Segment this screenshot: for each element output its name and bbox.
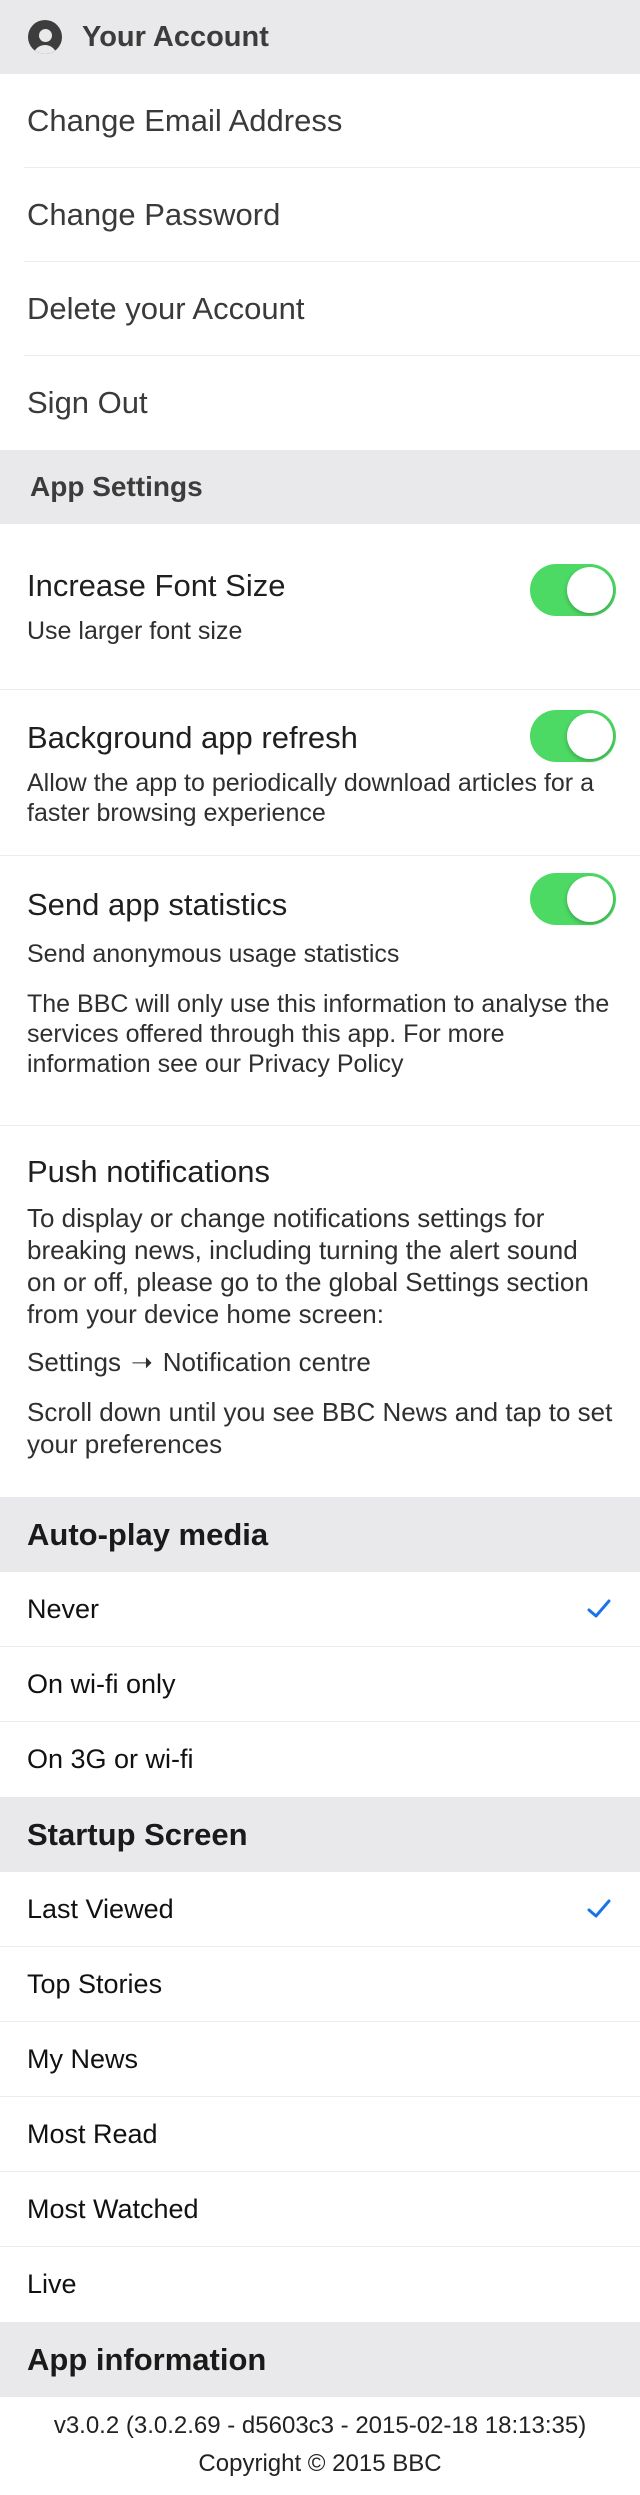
font-size-setting: Increase Font Size Use larger font size — [0, 524, 640, 690]
push-notifications-section: Push notifications To display or change … — [0, 1126, 640, 1497]
statistics-setting: Send app statistics Send anonymous usage… — [0, 856, 640, 1126]
startup-option-my-news[interactable]: My News — [0, 2022, 640, 2097]
autoplay-option-3g-or-wifi[interactable]: On 3G or wi-fi — [0, 1722, 640, 1797]
user-avatar-icon — [28, 20, 62, 54]
background-refresh-desc: Allow the app to periodically download a… — [27, 769, 594, 827]
startup-option-top-stories[interactable]: Top Stories — [0, 1947, 640, 2022]
statistics-desc: Send anonymous usage statistics — [27, 940, 400, 968]
your-account-header: Your Account — [0, 0, 640, 74]
autoplay-option-wifi-only[interactable]: On wi-fi only — [0, 1647, 640, 1722]
app-settings-title: App Settings — [30, 471, 203, 502]
change-email-label: Change Email Address — [27, 102, 343, 138]
app-information-title: App information — [27, 2341, 267, 2377]
delete-account-button[interactable]: Delete your Account — [24, 262, 640, 356]
startup-header: Startup Screen — [0, 1797, 640, 1872]
delete-account-label: Delete your Account — [27, 290, 305, 326]
your-account-title: Your Account — [82, 20, 269, 53]
font-size-label: Increase Font Size — [27, 568, 286, 603]
option-label: My News — [27, 2043, 139, 2074]
option-label: Top Stories — [27, 1968, 163, 1999]
startup-option-most-watched[interactable]: Most Watched — [0, 2172, 640, 2247]
toggle-knob — [567, 876, 613, 922]
autoplay-title: Auto-play media — [27, 1516, 269, 1552]
startup-options: Last Viewed Top Stories My News Most Rea… — [0, 1872, 640, 2322]
settings-path: Settings ➝ Notification centre — [27, 1346, 613, 1378]
change-email-button[interactable]: Change Email Address — [24, 74, 640, 168]
autoplay-option-never[interactable]: Never — [0, 1572, 640, 1647]
change-password-button[interactable]: Change Password — [24, 168, 640, 262]
background-refresh-setting: Background app refresh Allow the app to … — [0, 690, 640, 856]
settings-page: Your Account Change Email Address Change… — [0, 0, 640, 2483]
app-settings-header: App Settings — [0, 450, 640, 524]
option-label: Never — [27, 1593, 100, 1624]
statistics-toggle[interactable] — [530, 873, 616, 925]
app-information: v3.0.2 (3.0.2.69 - d5603c3 - 2015-02-18 … — [0, 2397, 640, 2483]
background-refresh-toggle[interactable] — [530, 710, 616, 762]
settings-path-to: Notification centre — [162, 1347, 371, 1377]
push-notifications-label: Push notifications — [27, 1154, 270, 1189]
change-password-label: Change Password — [27, 196, 281, 232]
toggle-knob — [567, 713, 613, 759]
font-size-toggle[interactable] — [530, 564, 616, 616]
option-label: Last Viewed — [27, 1893, 174, 1924]
autoplay-header: Auto-play media — [0, 1497, 640, 1572]
option-label: Live — [27, 2269, 77, 2299]
startup-option-last-viewed[interactable]: Last Viewed — [0, 1872, 640, 1947]
background-refresh-label: Background app refresh — [27, 720, 358, 755]
startup-option-live[interactable]: Live — [0, 2247, 640, 2322]
settings-path-from: Settings — [27, 1347, 121, 1377]
option-label: Most Read — [27, 2118, 158, 2149]
autoplay-options: Never On wi-fi only On 3G or wi-fi — [0, 1572, 640, 1797]
sign-out-button[interactable]: Sign Out — [24, 356, 640, 450]
copyright-text: Copyright © 2015 BBC — [198, 2450, 442, 2477]
option-label: On wi-fi only — [27, 1668, 176, 1699]
font-size-desc: Use larger font size — [27, 617, 243, 645]
option-label: On 3G or wi-fi — [27, 1744, 194, 1774]
statistics-label: Send app statistics — [27, 887, 288, 922]
toggle-knob — [567, 567, 613, 613]
option-label: Most Watched — [27, 2193, 199, 2224]
push-notifications-scroll-instructions: Scroll down until you see BBC News and t… — [27, 1397, 613, 1459]
account-list: Change Email Address Change Password Del… — [0, 74, 640, 450]
right-arrow-icon: ➝ — [130, 1347, 153, 1377]
startup-title: Startup Screen — [27, 1816, 248, 1852]
app-information-header: App information — [0, 2322, 640, 2397]
checkmark-icon — [587, 1899, 611, 1918]
startup-option-most-read[interactable]: Most Read — [0, 2097, 640, 2172]
sign-out-label: Sign Out — [27, 385, 148, 420]
version-text: v3.0.2 (3.0.2.69 - d5603c3 - 2015-02-18 … — [53, 2412, 587, 2439]
privacy-policy-text[interactable]: The BBC will only use this information t… — [27, 989, 613, 1079]
push-notifications-instructions: To display or change notifications setti… — [27, 1203, 589, 1329]
checkmark-icon — [587, 1599, 611, 1618]
